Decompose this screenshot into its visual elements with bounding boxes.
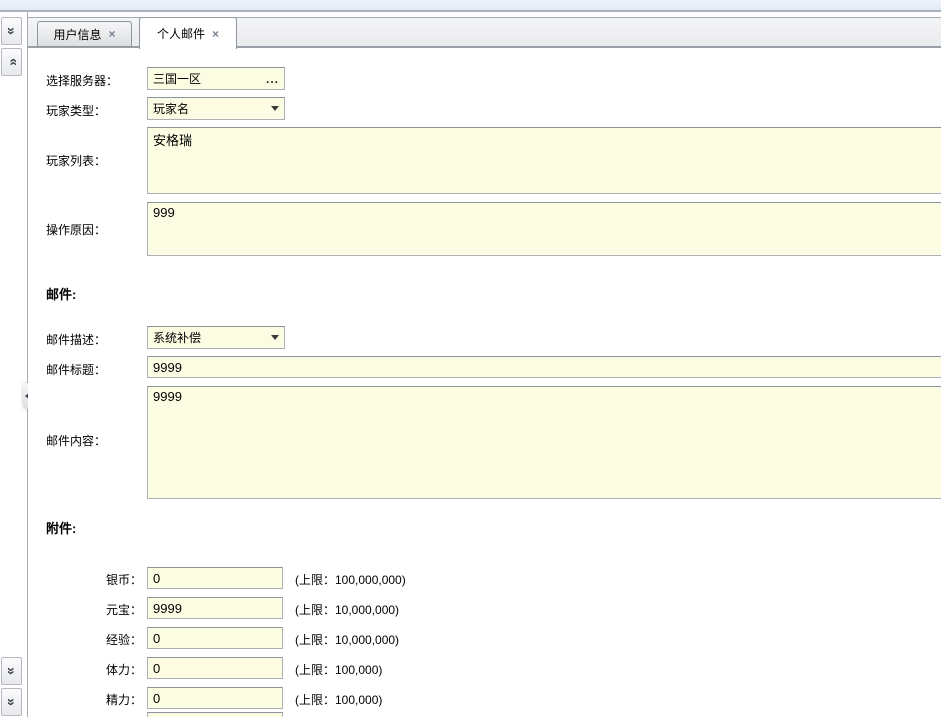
stamina-input[interactable] [147,657,283,679]
silver-input[interactable] [147,567,283,589]
stamina-limit: (上限：100,000) [295,661,382,678]
player-list-label: 玩家列表： [46,152,106,169]
gold-input[interactable] [147,597,283,619]
chevron-double-up-icon: » [4,58,18,66]
mail-content-textarea[interactable]: 9999 [147,386,941,499]
sidebar-bottom-down-button-2[interactable]: » [1,688,22,716]
chevron-double-down-icon: » [4,667,18,675]
top-toolbar-strip [0,0,941,12]
tab-personal-mail[interactable]: 个人邮件 × [139,17,237,49]
silver-label: 银币： [85,571,142,588]
gold-label: 元宝： [85,601,142,618]
next-attachment-input-clipped[interactable] [147,712,283,717]
server-label: 选择服务器： [46,72,118,89]
exp-input[interactable] [147,627,283,649]
close-icon[interactable]: × [109,28,116,40]
player-type-value: 玩家名 [153,100,267,117]
tab-label: 用户信息 [53,26,101,43]
chevron-down-icon[interactable] [271,335,279,340]
mail-form-panel: 选择服务器： 三国一区 ... 玩家类型： 玩家名 玩家列表： 安格瑞 操作原因… [28,48,941,717]
chevron-double-down-icon: » [4,698,18,706]
mail-desc-label: 邮件描述： [46,331,106,348]
mail-desc-dropdown[interactable]: 系统补偿 [147,326,285,349]
energy-input[interactable] [147,687,283,709]
energy-label: 精力： [85,691,142,708]
attachments-section-header: 附件: [46,518,76,537]
app-window: » » » » 用户信息 × 个人邮件 × 选择服务器： 三国一区 ... 玩家… [0,0,941,717]
mail-desc-value: 系统补偿 [153,329,267,346]
chevron-down-icon[interactable] [271,106,279,111]
player-list-textarea[interactable]: 安格瑞 [147,127,941,194]
server-value: 三国一区 [153,70,266,87]
tab-label: 个人邮件 [157,25,205,42]
reason-textarea[interactable]: 999 [147,202,941,256]
mail-title-input[interactable] [147,356,941,378]
sidebar-bottom-down-button-1[interactable]: » [1,657,22,685]
sidebar-collapse-up-button[interactable]: » [1,48,22,76]
player-type-dropdown[interactable]: 玩家名 [147,97,285,120]
exp-label: 经验： [85,631,142,648]
chevron-double-down-icon: » [4,27,18,35]
gold-limit: (上限：10,000,000) [295,601,399,618]
mail-section-header: 邮件: [46,284,76,303]
sidebar-collapse-down-button[interactable]: » [1,17,22,45]
server-picker[interactable]: 三国一区 ... [147,67,285,90]
mail-content-label: 邮件内容： [46,432,106,449]
mail-title-label: 邮件标题： [46,361,106,378]
tab-user-info[interactable]: 用户信息 × [37,21,132,47]
player-type-label: 玩家类型： [46,102,106,119]
reason-label: 操作原因： [46,221,106,238]
browse-ellipsis-icon[interactable]: ... [266,76,279,82]
close-icon[interactable]: × [212,28,219,40]
energy-limit: (上限：100,000) [295,691,382,708]
stamina-label: 体力： [85,661,142,678]
silver-limit: (上限：100,000,000) [295,571,406,588]
tab-strip: 用户信息 × 个人邮件 × [28,17,941,48]
exp-limit: (上限：10,000,000) [295,631,399,648]
